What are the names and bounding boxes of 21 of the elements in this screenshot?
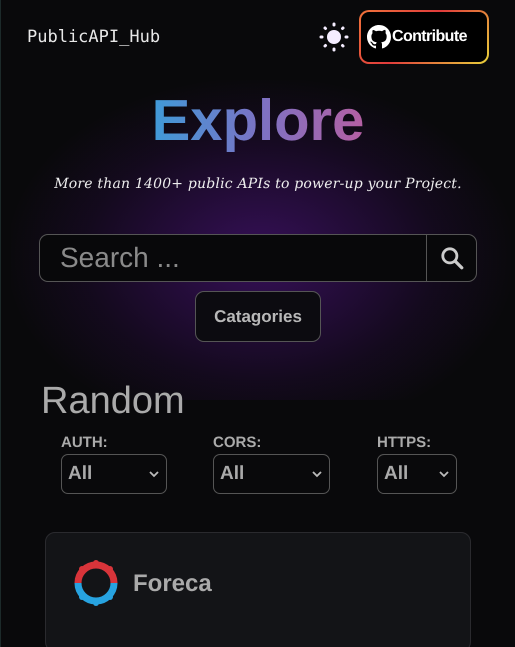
chevron-icon (311, 470, 323, 478)
filter-label: HTTPS: (377, 434, 432, 451)
section-heading: Random (41, 379, 186, 424)
filter-label: CORS: (213, 434, 262, 451)
search-field[interactable]: Search ... (39, 234, 426, 282)
search-icon (438, 245, 464, 271)
sun-icon[interactable] (319, 22, 349, 52)
filter-dropdown[interactable]: All (213, 454, 330, 494)
api-card[interactable]: Foreca (45, 532, 471, 647)
chevron-icon (438, 470, 450, 478)
hero-subtitle: More than 1400+ public APIs to power-up your Project. (53, 176, 463, 192)
api-name[interactable]: Foreca (133, 570, 212, 598)
filter-dropdown[interactable]: All (377, 454, 457, 494)
categories-button[interactable]: Catagories (195, 291, 321, 342)
search-button[interactable] (426, 234, 477, 282)
github-icon (367, 25, 391, 49)
site-brand[interactable]: PublicAPI_Hub (27, 27, 160, 47)
filter-dropdown[interactable]: All (61, 454, 167, 494)
filter-label: AUTH: (61, 434, 109, 451)
contribute-button[interactable]: Contribute (359, 10, 489, 64)
chevron-icon (148, 470, 160, 478)
